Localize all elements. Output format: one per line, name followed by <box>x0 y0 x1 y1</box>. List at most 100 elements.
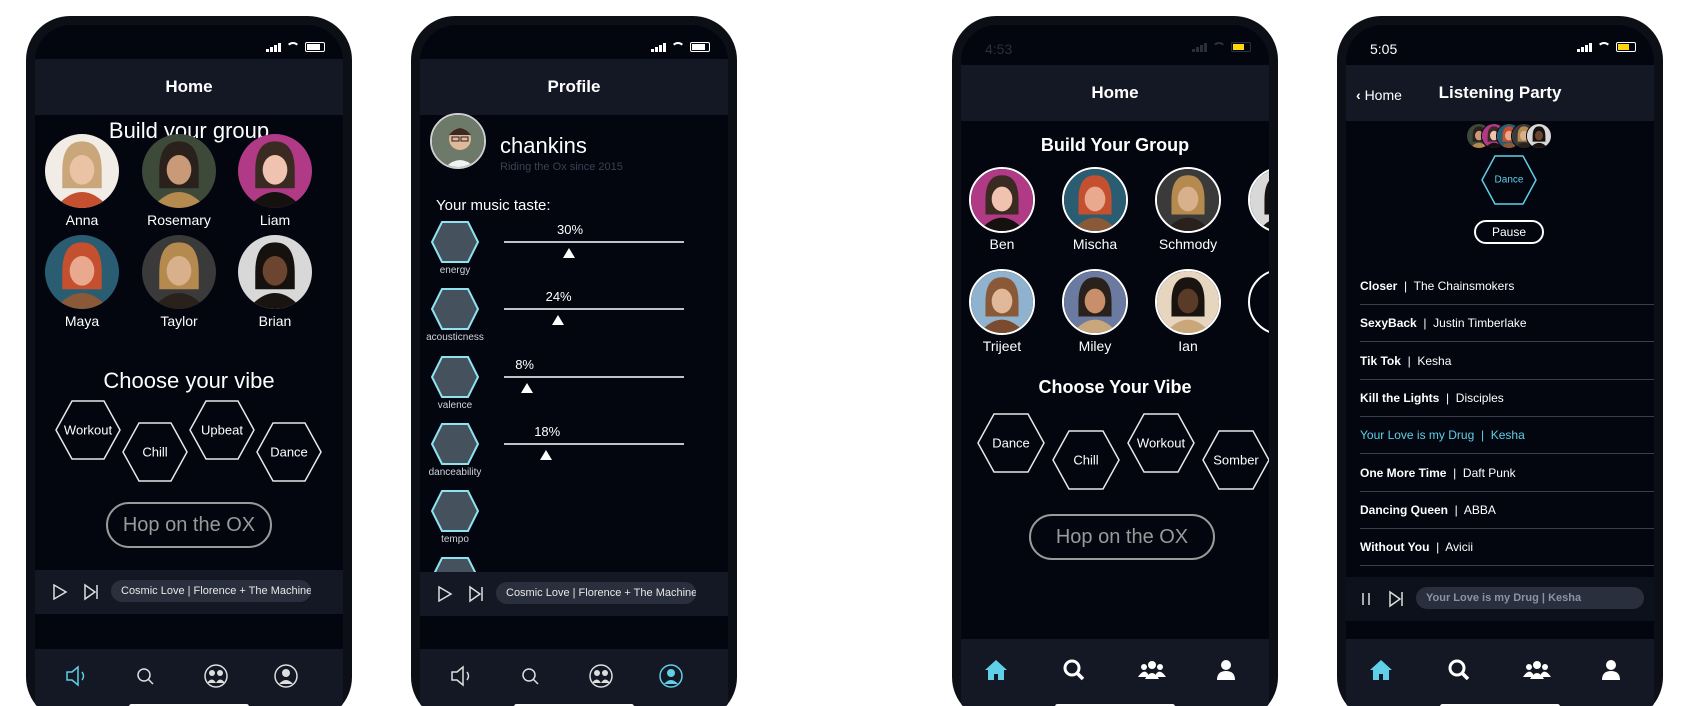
song-title: Closer <box>1360 279 1398 293</box>
vibe-upbeat-button[interactable]: Upbeat <box>189 400 255 460</box>
pause-button[interactable]: Pause <box>1474 220 1544 244</box>
friend-avatar[interactable] <box>1155 269 1221 335</box>
song-artist: The Chainsmokers <box>1413 279 1515 293</box>
slider-knob[interactable] <box>540 450 553 460</box>
feature-slider[interactable] <box>504 376 684 378</box>
friend-avatar[interactable] <box>238 235 312 309</box>
add-friend-button[interactable] <box>1248 269 1269 335</box>
song-row[interactable]: Your Love is my Drug | Kesha <box>1360 417 1654 455</box>
screen: 5:05 ‹ Home Listening Party Dance Pause … <box>1346 25 1654 706</box>
now-playing-track[interactable]: Cosmic Love | Florence + The Machine <box>496 582 696 604</box>
home-icon[interactable] <box>1366 657 1396 683</box>
feature-slider[interactable] <box>504 308 684 310</box>
separator: | <box>1400 353 1418 368</box>
pause-icon[interactable] <box>1356 589 1376 609</box>
play-icon[interactable] <box>49 582 69 602</box>
separator: | <box>1474 428 1491 443</box>
feature-hex-icon <box>430 355 480 399</box>
skip-icon[interactable] <box>466 584 486 604</box>
vibe-label: Workout <box>1136 435 1186 451</box>
hop-on-ox-button[interactable]: Hop on the OX <box>106 502 272 548</box>
group-icon[interactable] <box>1522 657 1552 683</box>
current-vibe-badge[interactable]: Dance <box>1481 155 1537 205</box>
friend-avatar[interactable] <box>969 167 1035 233</box>
friend-name: Ian <box>1178 338 1198 354</box>
battery-icon <box>305 42 325 52</box>
status-time: 4:53 <box>985 41 1013 57</box>
slider-knob[interactable] <box>551 315 564 325</box>
status-bar <box>420 25 728 59</box>
now-playing-track[interactable]: Your Love is my Drug | Kesha <box>1416 587 1644 609</box>
screen: Profile chankins Riding the Ox since 201… <box>420 25 728 706</box>
friend-avatar[interactable] <box>969 269 1035 335</box>
wifi-icon <box>1597 42 1611 52</box>
now-playing-track[interactable]: Cosmic Love | Florence + The Machine <box>111 580 311 602</box>
slider-knob[interactable] <box>521 383 534 393</box>
mini-player: Cosmic Love | Florence + The Machine <box>35 570 343 614</box>
hop-on-ox-button[interactable]: Hop on the OX <box>1029 514 1215 560</box>
search-icon[interactable] <box>516 663 546 689</box>
feature-value: 30% <box>557 222 584 237</box>
skip-icon[interactable] <box>81 582 101 602</box>
speaker-icon[interactable] <box>61 663 91 689</box>
group-icon[interactable] <box>586 663 616 689</box>
separator: | <box>1439 390 1456 405</box>
profile-icon[interactable] <box>1596 657 1626 683</box>
song-row[interactable]: Dancing Queen | ABBA <box>1360 492 1654 529</box>
song-row[interactable]: Closer | The Chainsmokers <box>1360 268 1654 305</box>
feature-hex-icon <box>430 422 480 466</box>
wifi-icon <box>671 42 685 52</box>
song-row[interactable]: Kill the Lights | Disciples <box>1360 380 1654 417</box>
friend-avatar[interactable] <box>45 235 119 309</box>
skip-icon[interactable] <box>1386 589 1406 609</box>
song-row[interactable]: Tik Tok | Kesha <box>1360 343 1654 380</box>
friend-avatar[interactable] <box>1248 167 1269 233</box>
signal-icon <box>1192 42 1207 52</box>
group-icon[interactable] <box>1137 657 1167 683</box>
friend-avatar[interactable] <box>142 134 216 208</box>
group-avatars[interactable] <box>1466 123 1552 153</box>
vibe-chill-button[interactable]: Chill <box>1052 430 1120 490</box>
home-icon[interactable] <box>981 657 1011 683</box>
vibe-somber-button[interactable]: Somber <box>1202 430 1269 490</box>
separator: | <box>1429 540 1446 555</box>
speaker-icon[interactable] <box>446 663 476 689</box>
friend-avatar[interactable] <box>1155 167 1221 233</box>
friend-avatar[interactable] <box>1526 123 1552 149</box>
profile-icon[interactable] <box>656 663 686 689</box>
friend-avatar[interactable] <box>1062 167 1128 233</box>
vibe-chill-button[interactable]: Chill <box>122 422 188 482</box>
vibe-dance-button[interactable]: Dance <box>977 413 1045 473</box>
signal-icon <box>651 42 666 52</box>
song-artist: ABBA <box>1463 502 1496 517</box>
vibe-workout-button[interactable]: Workout <box>1127 413 1195 473</box>
profile-avatar[interactable] <box>430 113 486 169</box>
friend-avatar[interactable] <box>238 134 312 208</box>
friend-avatar[interactable] <box>1062 269 1128 335</box>
page-title: Home <box>165 77 213 96</box>
song-row[interactable]: Without You | Avicii <box>1360 529 1654 567</box>
play-icon[interactable] <box>434 584 454 604</box>
group-icon[interactable] <box>201 663 231 689</box>
search-icon[interactable] <box>131 663 161 689</box>
wifi-icon <box>1212 42 1226 52</box>
song-row[interactable]: One More Time | Daft Punk <box>1360 455 1654 492</box>
feature-slider[interactable] <box>504 443 684 445</box>
friend-avatar[interactable] <box>45 134 119 208</box>
feature-name: tempo <box>441 534 469 545</box>
profile-icon[interactable] <box>271 663 301 689</box>
vibe-workout-button[interactable]: Workout <box>55 400 121 460</box>
vibe-label: Upbeat <box>201 422 243 438</box>
profile-icon[interactable] <box>1211 657 1241 683</box>
feature-name: acousticness <box>426 332 484 343</box>
slider-knob[interactable] <box>563 248 575 258</box>
screen: Home Build your group Anna Rosemary Liam Ma… <box>35 25 343 706</box>
search-icon[interactable] <box>1444 657 1474 683</box>
feature-slider[interactable] <box>504 241 684 243</box>
wifi-icon <box>286 42 300 52</box>
search-icon[interactable] <box>1059 657 1089 683</box>
song-title: Kill the Lights <box>1360 390 1440 405</box>
friend-avatar[interactable] <box>142 235 216 309</box>
vibe-dance-button[interactable]: Dance <box>256 422 322 482</box>
song-row[interactable]: SexyBack | Justin Timberlake <box>1360 305 1654 343</box>
